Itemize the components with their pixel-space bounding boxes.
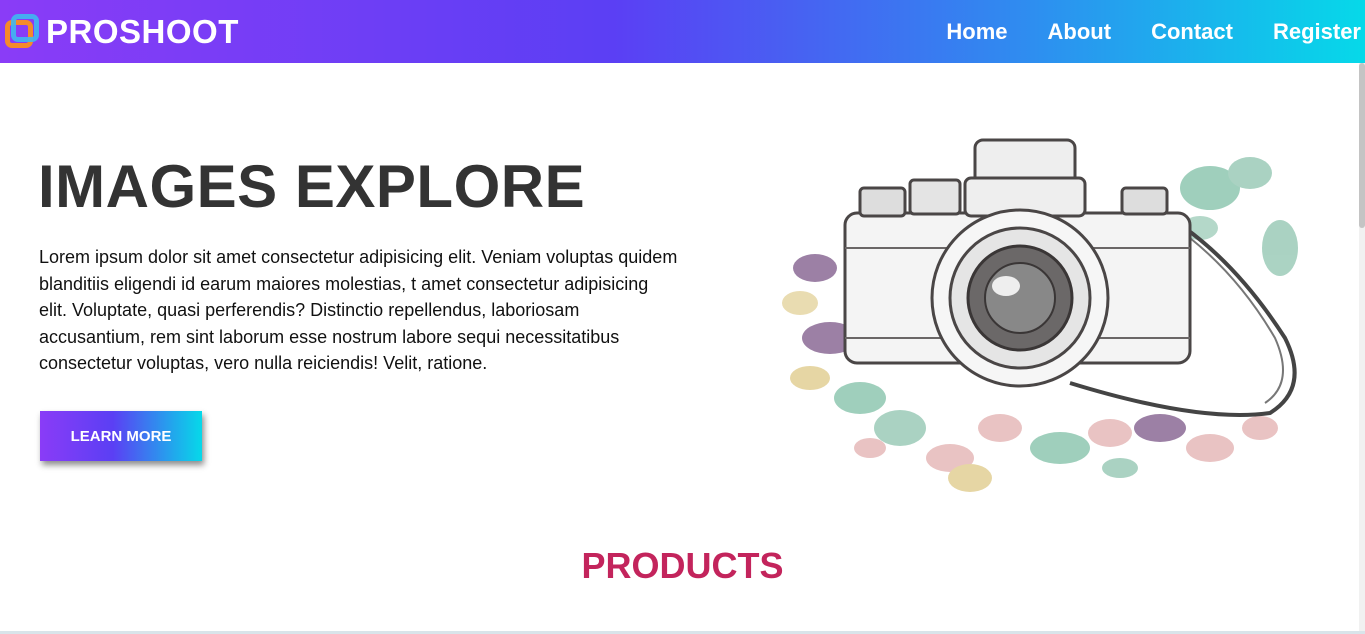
products-heading: PRODUCTS bbox=[581, 545, 784, 586]
hero-title: IMAGES EXPLORE bbox=[38, 153, 586, 220]
scrollbar-thumb[interactable] bbox=[1359, 63, 1365, 228]
learn-more-button[interactable]: LEARN MORE bbox=[40, 411, 202, 461]
navbar: PROSHOOT Home About Contact Register bbox=[0, 0, 1365, 63]
brand-name: PROSHOOT bbox=[46, 12, 239, 50]
hero-description: Lorem ipsum dolor sit amet consectetur a… bbox=[39, 247, 678, 373]
camera-illustration bbox=[782, 138, 1298, 492]
brand[interactable]: PROSHOOT bbox=[5, 13, 239, 51]
nav-link-register[interactable]: Register bbox=[1273, 19, 1361, 45]
nav-link-home[interactable]: Home bbox=[946, 19, 1007, 45]
nav-link-about[interactable]: About bbox=[1048, 19, 1112, 45]
nav-links: Home About Contact Register bbox=[906, 0, 1365, 63]
nav-link-contact[interactable]: Contact bbox=[1151, 19, 1233, 45]
logo-icon bbox=[5, 13, 41, 50]
